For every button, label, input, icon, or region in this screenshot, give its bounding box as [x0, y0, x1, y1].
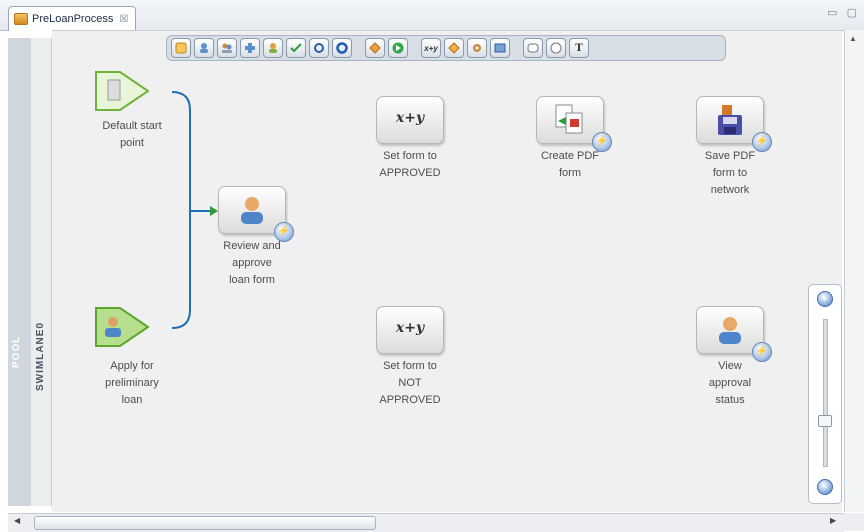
vertical-scrollbar[interactable]: ▲: [844, 30, 864, 512]
save-pdf-label: Save PDF form to network: [680, 148, 780, 199]
palette-toolbar: x+y T: [166, 35, 726, 61]
zoom-control: + −: [808, 284, 842, 504]
decision-tool-icon[interactable]: [444, 38, 464, 58]
form-tool-icon[interactable]: [490, 38, 510, 58]
circle-tool-icon[interactable]: [332, 38, 352, 58]
zoom-in-button[interactable]: +: [817, 291, 833, 307]
default-start-label: Default start point: [82, 118, 182, 152]
refresh-tool-icon[interactable]: [309, 38, 329, 58]
view-status-task[interactable]: ⚡: [696, 306, 772, 362]
save-floppy-icon: [718, 105, 742, 135]
create-pdf-task[interactable]: ⚡: [536, 96, 612, 152]
review-approve-task[interactable]: ⚡: [218, 186, 294, 242]
create-pdf-label-line2: form: [559, 167, 581, 179]
save-pdf-label-line1: Save PDF: [704, 150, 756, 162]
group-tool-icon[interactable]: [217, 38, 237, 58]
gateway-tool-icon[interactable]: [365, 38, 385, 58]
note-tool-icon[interactable]: [171, 38, 191, 58]
review-label-line2: approve: [232, 257, 272, 269]
zoom-out-button[interactable]: −: [817, 479, 833, 495]
apply-loan-label-line2: preliminary: [105, 377, 159, 389]
scroll-up-icon[interactable]: ▲: [849, 34, 857, 43]
pdf-document-icon: [555, 104, 583, 134]
apply-loan-label: Apply for preliminary loan: [82, 358, 182, 409]
default-start-label-line2: point: [120, 137, 144, 149]
review-label-line1: Review and: [223, 240, 281, 252]
expression-icon: x+y: [395, 320, 425, 336]
user-task-icon: [719, 317, 741, 344]
set-not-approved-label-line1: Set form to: [383, 360, 437, 372]
user-task-icon: [241, 197, 263, 224]
zoom-slider-thumb[interactable]: [818, 415, 832, 427]
save-pdf-task[interactable]: ⚡: [696, 96, 772, 152]
apply-loan-label-line3: loan: [121, 394, 143, 406]
set-approved-label: Set form to APPROVED: [360, 148, 460, 182]
set-not-approved-label-line3: APPROVED: [379, 394, 441, 406]
view-status-label-line2: approval: [708, 377, 752, 389]
scroll-corner: [844, 513, 864, 531]
horizontal-scrollbar[interactable]: ◀ ▶: [8, 513, 844, 532]
default-start-label-line1: Default start: [102, 120, 162, 132]
scroll-left-icon[interactable]: ◀: [14, 516, 20, 525]
user-tool-icon[interactable]: [194, 38, 214, 58]
set-not-approved-label: Set form to NOT APPROVED: [360, 358, 460, 409]
arrowhead: [210, 206, 218, 216]
play-tool-icon[interactable]: [388, 38, 408, 58]
set-approved-label-line2: APPROVED: [379, 167, 441, 179]
zoom-slider-track[interactable]: [823, 319, 828, 467]
default-start-point-icon[interactable]: [94, 70, 150, 112]
create-pdf-label-line1: Create PDF: [540, 150, 600, 162]
person-tool-icon[interactable]: [263, 38, 283, 58]
expression-tool-icon[interactable]: x+y: [421, 38, 441, 58]
expression-icon: x+y: [395, 110, 425, 126]
view-status-label-line1: View: [718, 360, 742, 372]
save-pdf-label-line3: network: [710, 184, 750, 196]
create-pdf-label: Create PDF form: [520, 148, 620, 182]
view-status-label: View approval status: [680, 358, 780, 409]
review-label-line3: loan form: [229, 274, 275, 286]
check-tool-icon[interactable]: [286, 38, 306, 58]
text-tool-icon[interactable]: T: [569, 38, 589, 58]
set-not-approved-label-line2: NOT: [398, 377, 422, 389]
set-approved-label-line1: Set form to: [383, 150, 437, 162]
review-approve-label: Review and approve loan form: [202, 238, 302, 289]
horizontal-scroll-thumb[interactable]: [34, 516, 376, 530]
save-pdf-label-line2: form to: [712, 167, 748, 179]
add-tool-icon[interactable]: [240, 38, 260, 58]
set-not-approved-task[interactable]: x+y: [376, 306, 444, 354]
service-tool-icon[interactable]: [467, 38, 487, 58]
apply-loan-start-icon[interactable]: [94, 306, 150, 348]
set-approved-task[interactable]: x+y: [376, 96, 444, 144]
scroll-right-icon[interactable]: ▶: [830, 516, 836, 525]
ellipse-tool-icon[interactable]: [546, 38, 566, 58]
rectangle-tool-icon[interactable]: [523, 38, 543, 58]
view-status-label-line3: status: [715, 394, 745, 406]
apply-loan-label-line1: Apply for: [110, 360, 154, 372]
